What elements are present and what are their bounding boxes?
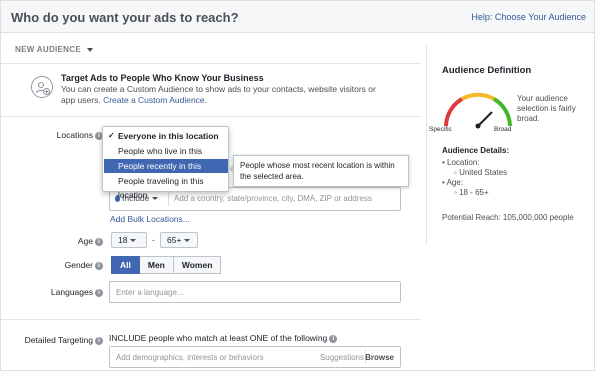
detailed-targeting-heading: INCLUDE people who match at least ONE of…	[109, 333, 338, 343]
info-icon[interactable]: i	[95, 288, 103, 297]
info-icon[interactable]: i	[329, 334, 338, 343]
gender-toggle: All Men Women	[111, 256, 222, 274]
languages-input[interactable]: Enter a language...	[109, 281, 401, 303]
custom-audience-description: You can create a Custom Audience to show…	[61, 84, 391, 106]
age-min-value: 18	[118, 235, 128, 245]
location-option-live[interactable]: People who live in this location	[104, 144, 228, 170]
gauge-specific-label: Specific	[429, 126, 452, 133]
gender-men-button[interactable]: Men	[139, 256, 174, 274]
add-bulk-locations-link[interactable]: Add Bulk Locations...	[110, 214, 190, 224]
new-audience-label: NEW AUDIENCE	[15, 45, 81, 54]
gender-all-button[interactable]: All	[111, 256, 140, 274]
panel-title: Who do you want your ads to reach?	[11, 10, 239, 25]
languages-label: Languages i	[21, 287, 103, 297]
gauge-broad-label: Broad	[494, 126, 512, 133]
age-max-select[interactable]: 65+	[160, 232, 198, 248]
chevron-down-icon	[184, 239, 191, 243]
age-label-text: Age	[77, 236, 93, 246]
browse-button[interactable]: Browse	[365, 353, 394, 362]
chevron-down-icon	[86, 47, 93, 52]
create-custom-audience-link[interactable]: Create a Custom Audience.	[103, 95, 207, 105]
detailed-targeting-placeholder: Add demographics, interests or behaviors	[116, 353, 264, 362]
add-people-icon	[31, 76, 53, 98]
info-icon[interactable]: i	[95, 336, 103, 345]
gender-label: Gender i	[21, 260, 103, 270]
location-search-placeholder[interactable]: Add a country, state/province, city, DMA…	[174, 194, 372, 203]
location-option-recent[interactable]: People recently in this location	[104, 159, 228, 185]
location-option-everyone[interactable]: ✓ Everyone in this location	[104, 129, 228, 143]
custom-audience-title: Target Ads to People Who Know Your Busin…	[61, 73, 264, 83]
section-divider	[1, 319, 421, 320]
locations-label: Locations i	[21, 130, 103, 140]
section-divider	[1, 63, 421, 64]
gender-label-text: Gender	[64, 260, 93, 270]
panel-header: Who do you want your ads to reach? Help:…	[1, 1, 594, 33]
gauge-description: Your audience selection is fairly broad.	[517, 94, 576, 123]
location-type-dropdown: ✓ Everyone in this location People who l…	[102, 126, 229, 200]
chevron-down-icon	[152, 197, 159, 201]
languages-label-text: Languages	[50, 287, 93, 297]
location-option-label: Everyone in this location	[118, 131, 219, 141]
detailed-targeting-label-text: Detailed Targeting	[24, 335, 93, 345]
new-audience-dropdown[interactable]: NEW AUDIENCE	[15, 45, 93, 54]
detail-age-value: ◦ 18 - 65+	[454, 188, 489, 197]
location-option-traveling[interactable]: People traveling in this location	[104, 174, 228, 200]
locations-label-text: Locations	[56, 130, 93, 140]
detail-location-label: • Location:	[442, 158, 480, 167]
audience-details-list: • Location: ◦ United States • Age: ◦ 18 …	[442, 158, 507, 198]
audience-definition-panel: Audience Definition Specific Broad Your …	[426, 45, 594, 245]
age-min-select[interactable]: 18	[111, 232, 147, 248]
audience-size-gauge	[444, 92, 512, 129]
age-max-value: 65+	[167, 235, 182, 245]
detail-location-value: ◦ United States	[454, 168, 508, 177]
age-label: Age i	[21, 236, 103, 246]
detailed-targeting-heading-text: INCLUDE people who match at least ONE of…	[109, 333, 328, 343]
detailed-targeting-label: Detailed Targeting i	[15, 335, 103, 345]
potential-reach: Potential Reach: 105,000,000 people	[442, 213, 574, 222]
check-icon: ✓	[108, 131, 115, 140]
location-tooltip: People whose most recent location is wit…	[229, 155, 409, 187]
help-link[interactable]: Help: Choose Your Audience	[471, 12, 586, 22]
suggestions-button[interactable]: Suggestions	[320, 353, 364, 362]
info-icon[interactable]: i	[95, 237, 103, 246]
audience-definition-title: Audience Definition	[442, 65, 532, 76]
section-divider	[1, 116, 421, 117]
age-range-dash: -	[152, 235, 155, 245]
field-divider	[168, 192, 169, 206]
detail-age-label: • Age:	[442, 178, 464, 187]
info-icon[interactable]: i	[95, 261, 103, 270]
chevron-down-icon	[130, 239, 137, 243]
gender-women-button[interactable]: Women	[173, 256, 222, 274]
audience-details-title: Audience Details:	[442, 146, 510, 155]
audience-panel: Who do you want your ads to reach? Help:…	[0, 0, 595, 371]
languages-placeholder: Enter a language...	[116, 288, 184, 297]
detailed-targeting-input[interactable]: Add demographics, interests or behaviors…	[109, 346, 401, 368]
